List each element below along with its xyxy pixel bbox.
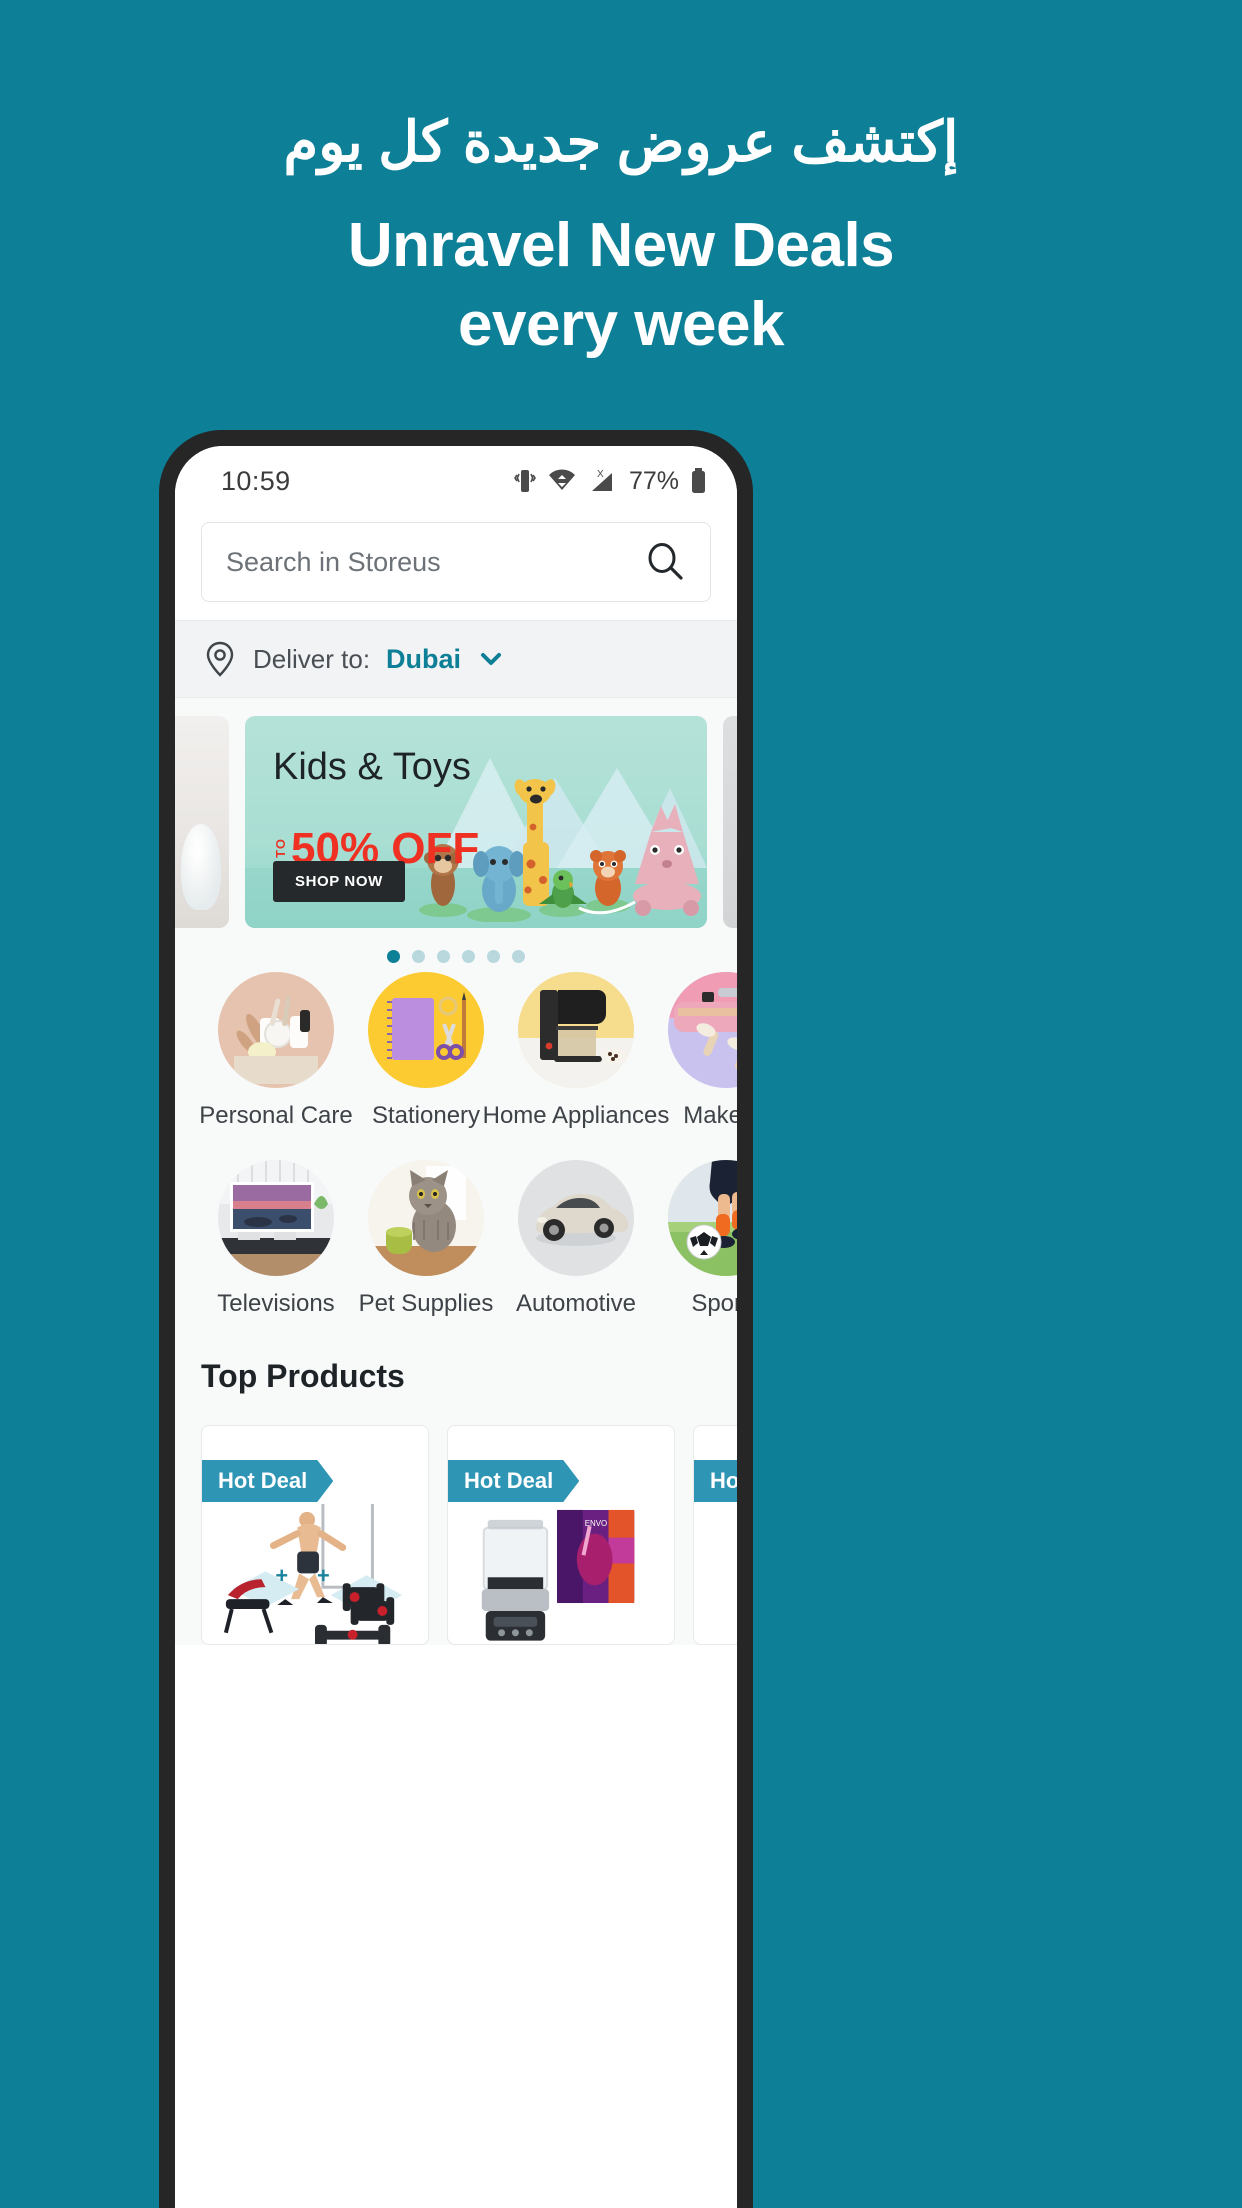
hero-english-line1: Unravel New Deals	[347, 210, 895, 280]
category-row-1: Personal Care Stationery Home Appliances…	[175, 972, 737, 1130]
carousel-dot-6[interactable]	[512, 949, 525, 963]
banner-title: Kids & Toys	[273, 746, 471, 788]
carousel-dot-3[interactable]	[437, 949, 450, 963]
svg-text:ENVO: ENVO	[585, 1519, 607, 1528]
svg-text:X: X	[597, 469, 604, 480]
carousel-dot-1[interactable]	[387, 949, 400, 963]
category-label: Personal Care	[199, 1102, 353, 1129]
televisions-icon	[218, 1160, 334, 1276]
sports-icon	[668, 1160, 737, 1276]
makeup-icon	[668, 972, 737, 1088]
category-item-home-appliances[interactable]: Home Appliances	[483, 972, 669, 1130]
status-icon-group: X 77%	[513, 466, 707, 496]
product-card[interactable]: Hot D	[693, 1425, 737, 1645]
banner-slide-active[interactable]: Kids & Toys UP TO 50% OFF SHOP NOW	[245, 716, 707, 928]
personal-care-icon	[218, 972, 334, 1088]
carousel-dot-5[interactable]	[487, 949, 500, 963]
stationery-icon	[368, 972, 484, 1088]
search-icon[interactable]	[642, 539, 688, 585]
hot-deal-badge: Hot D	[694, 1460, 737, 1502]
carousel-dot-2[interactable]	[412, 949, 425, 963]
category-label: Automotive	[515, 1290, 637, 1317]
category-item-automotive[interactable]: Automotive	[501, 1160, 651, 1318]
automotive-icon	[518, 1160, 634, 1276]
category-label: Makeup	[683, 1102, 737, 1129]
category-label: Sports	[691, 1290, 737, 1317]
svg-text:+: +	[317, 1563, 330, 1588]
signal-no-sim-icon: X	[591, 469, 612, 491]
vibrate-icon	[513, 470, 536, 492]
battery-percent-label: 77%	[628, 466, 679, 495]
banner-slide-next[interactable]: W UP TO 5	[723, 716, 737, 928]
search-input[interactable]: Search in Storeus	[201, 522, 711, 602]
location-pin-icon	[206, 641, 234, 677]
home-gym-set-image: + +	[223, 1504, 403, 1644]
category-item-televisions[interactable]: Televisions	[201, 1160, 351, 1318]
status-bar: 10:59 X 77%	[175, 446, 737, 508]
deliver-city-value[interactable]: Dubai	[386, 644, 461, 675]
category-row-2: Televisions Pet Supplies Automotive Spo	[175, 1160, 737, 1318]
home-appliances-icon	[518, 972, 634, 1088]
svg-text:+: +	[275, 1563, 288, 1588]
carousel-track[interactable]: Kids & Toys UP TO 50% OFF SHOP NOW W UP …	[175, 716, 737, 928]
deliver-to-bar[interactable]: Deliver to: Dubai	[175, 620, 737, 698]
category-grid: Personal Care Stationery Home Appliances…	[175, 966, 737, 1352]
pet-supplies-icon	[368, 1160, 484, 1276]
category-item-personal-care[interactable]: Personal Care	[199, 972, 353, 1130]
category-label: Televisions	[217, 1290, 335, 1317]
wifi-icon	[548, 469, 575, 490]
category-label: Stationery	[371, 1102, 481, 1129]
phone-mockup-frame: 10:59 X 77% Search in Storeus Deliver to…	[159, 430, 753, 2208]
banner-slide-previous[interactable]	[175, 716, 229, 928]
banner-shop-now-button[interactable]: SHOP NOW	[273, 861, 405, 902]
banner-carousel[interactable]: Kids & Toys UP TO 50% OFF SHOP NOW W UP …	[175, 698, 737, 984]
hero-arabic-title: إكتشف عروض جديدة كل يوم	[283, 110, 959, 173]
chevron-down-icon[interactable]	[477, 648, 505, 670]
product-card[interactable]: Hot Deal ENVO	[447, 1425, 675, 1645]
hot-deal-badge: Hot Deal	[448, 1460, 579, 1502]
hot-deal-badge: Hot Deal	[202, 1460, 333, 1502]
deliver-to-label: Deliver to:	[253, 643, 371, 674]
hero-section: إكتشف عروض جديدة كل يوم Unravel New Deal…	[0, 0, 1242, 364]
category-label: Home Appliances	[482, 1102, 670, 1129]
category-item-sports[interactable]: Sports	[651, 1160, 737, 1318]
search-section: Search in Storeus	[175, 508, 737, 620]
top-products-section: Top Products Hot Deal + + Hot Deal ENVO …	[175, 1352, 737, 1645]
category-item-pet-supplies[interactable]: Pet Supplies	[351, 1160, 501, 1318]
product-image	[704, 1504, 737, 1645]
top-products-title: Top Products	[201, 1358, 405, 1394]
battery-icon	[692, 468, 705, 493]
hero-english-line2: every week	[458, 289, 784, 359]
category-label: Pet Supplies	[358, 1290, 494, 1317]
category-item-makeup[interactable]: Makeup	[651, 972, 737, 1130]
category-item-stationery[interactable]: Stationery	[351, 972, 501, 1130]
top-products-row[interactable]: Hot Deal + + Hot Deal ENVO H	[201, 1425, 737, 1645]
blender-image: ENVO	[481, 1509, 635, 1641]
phone-screen: 10:59 X 77% Search in Storeus Deliver to…	[175, 446, 737, 2208]
status-time: 10:59	[221, 465, 291, 496]
search-placeholder-text: Search in Storeus	[226, 546, 441, 577]
product-card[interactable]: Hot Deal + +	[201, 1425, 429, 1645]
carousel-dot-4[interactable]	[462, 949, 475, 963]
